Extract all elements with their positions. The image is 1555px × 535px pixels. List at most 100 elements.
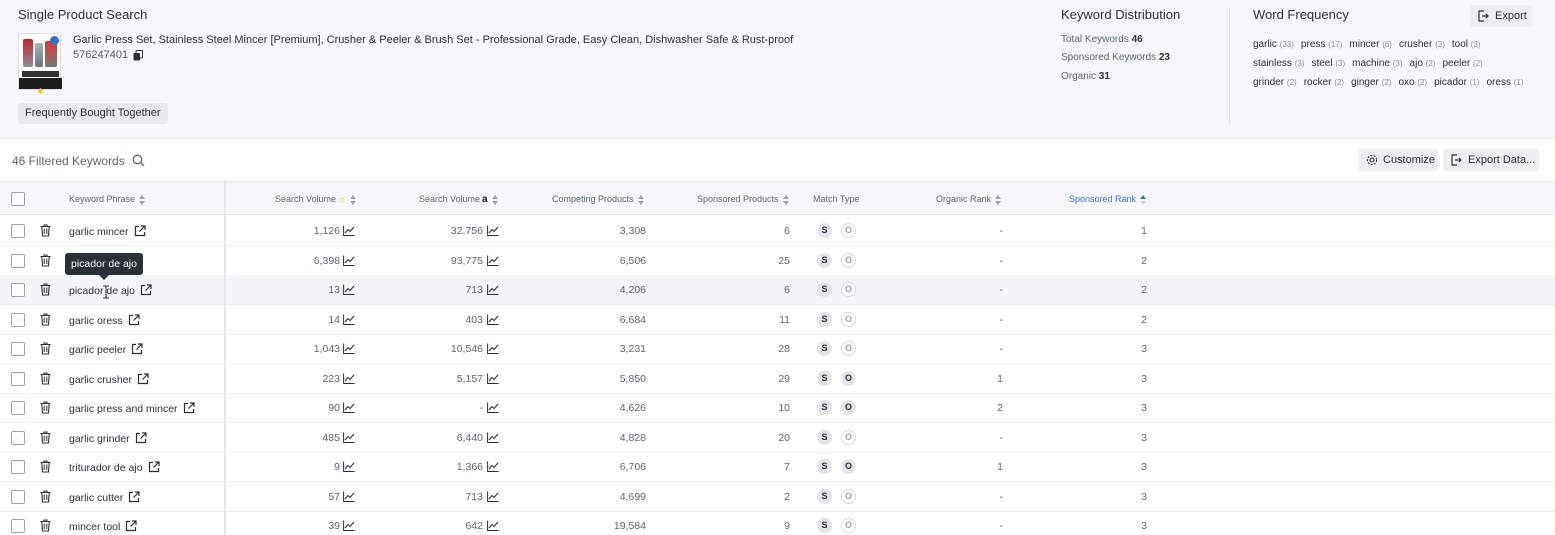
trend-chart-icon[interactable] [343, 284, 355, 298]
word-frequency-item[interactable]: rocker (2) [1304, 77, 1344, 88]
trend-chart-icon[interactable] [343, 520, 355, 534]
match-type-organic-badge: O [841, 252, 856, 268]
trend-chart-icon[interactable] [343, 255, 355, 269]
column-header-search-volume-amazon[interactable]: Search Volume a [419, 194, 499, 205]
trend-chart-icon[interactable] [343, 343, 355, 357]
word-frequency-item[interactable]: tool (3) [1452, 39, 1481, 50]
external-link-icon[interactable] [137, 372, 149, 385]
trash-icon[interactable] [40, 460, 51, 476]
keyword-phrase[interactable]: garlic press and mincer [69, 402, 195, 415]
trend-chart-icon[interactable] [343, 314, 355, 328]
trash-icon[interactable] [40, 312, 51, 329]
trash-icon[interactable] [40, 430, 51, 447]
trash-icon[interactable] [40, 253, 51, 270]
external-link-icon[interactable] [135, 431, 147, 444]
export-button[interactable]: Export [1470, 5, 1532, 27]
word-frequency-item[interactable]: grinder (2) [1253, 77, 1297, 88]
copy-icon[interactable] [133, 50, 143, 61]
trend-chart-icon[interactable] [487, 402, 499, 416]
trash-icon[interactable] [40, 489, 51, 506]
export-data-button[interactable]: Export Data... [1443, 149, 1539, 171]
row-checkbox[interactable] [11, 312, 25, 327]
trend-chart-icon[interactable] [343, 461, 355, 475]
product-thumbnail[interactable]: ✱ [18, 33, 62, 96]
trash-icon[interactable] [40, 371, 51, 388]
word-frequency-item[interactable]: oress (1) [1487, 77, 1524, 88]
row-checkbox[interactable] [11, 430, 25, 445]
row-checkbox[interactable] [11, 460, 25, 474]
word-frequency-item[interactable]: garlic (33) [1253, 39, 1294, 50]
row-checkbox[interactable] [11, 283, 25, 297]
trend-chart-icon[interactable] [487, 461, 499, 475]
word-frequency-item[interactable]: ginger (2) [1351, 77, 1391, 88]
trend-chart-icon[interactable] [487, 225, 499, 239]
trend-chart-icon[interactable] [487, 491, 499, 505]
column-header-sponsored-rank[interactable]: Sponsored Rank [1069, 194, 1147, 205]
column-header-sponsored-products[interactable]: Sponsored Products [697, 194, 790, 205]
keyword-phrase[interactable]: garlic oress [69, 313, 140, 327]
word-frequency-item[interactable]: oxo (2) [1398, 77, 1427, 88]
trash-icon[interactable] [40, 401, 51, 417]
trash-icon[interactable] [40, 224, 51, 240]
word-frequency-item[interactable]: crusher (3) [1399, 39, 1445, 50]
trend-chart-icon[interactable] [343, 373, 355, 387]
trend-chart-icon[interactable] [487, 373, 499, 387]
trend-chart-icon[interactable] [487, 343, 499, 357]
keyword-phrase[interactable]: garlic peeler [69, 343, 143, 356]
trend-chart-icon[interactable] [487, 432, 499, 446]
row-checkbox[interactable] [11, 253, 25, 268]
external-link-icon[interactable] [183, 402, 195, 414]
keyword-phrase[interactable]: picador de ajo [69, 284, 152, 297]
column-header-competing-products[interactable]: Competing Products [552, 194, 645, 205]
keyword-phrase[interactable]: garlic grinder [69, 431, 147, 445]
match-type-sponsored-badge: S [817, 518, 832, 533]
word-frequency-item[interactable]: ajo (2) [1410, 58, 1436, 69]
row-checkbox[interactable] [11, 401, 25, 415]
external-link-icon[interactable] [128, 490, 140, 503]
keyword-phrase[interactable]: garlic crusher [69, 372, 149, 386]
word-frequency-item[interactable]: mincer (6) [1349, 39, 1392, 50]
external-link-icon[interactable] [134, 225, 146, 237]
trend-chart-icon[interactable] [487, 314, 499, 328]
row-checkbox[interactable] [11, 224, 25, 238]
trash-icon[interactable] [40, 519, 51, 535]
trend-chart-icon[interactable] [487, 284, 499, 298]
column-header-search-volume-helium[interactable]: Search Volume ☼ [275, 194, 357, 205]
trend-chart-icon[interactable] [487, 520, 499, 534]
column-header-organic-rank[interactable]: Organic Rank [936, 194, 1002, 205]
trash-icon[interactable] [40, 342, 51, 358]
customize-button[interactable]: Customize [1359, 149, 1438, 171]
external-link-icon[interactable] [148, 461, 160, 473]
external-link-icon[interactable] [140, 284, 152, 296]
frequently-bought-together-button[interactable]: Frequently Bought Together [18, 103, 168, 124]
row-checkbox[interactable] [11, 371, 25, 386]
keyword-phrase[interactable]: mincer tool [69, 520, 137, 533]
word-frequency-item[interactable]: machine (3) [1352, 58, 1402, 69]
keyword-phrase[interactable]: garlic mincer [69, 225, 146, 238]
word-frequency-item[interactable]: picador (1) [1434, 77, 1479, 88]
row-checkbox[interactable] [11, 489, 25, 504]
row-checkbox[interactable] [11, 342, 25, 356]
row-checkbox[interactable] [11, 519, 25, 533]
trend-chart-icon[interactable] [343, 491, 355, 505]
external-link-icon[interactable] [131, 343, 143, 355]
competing-products: 4,206 [619, 284, 646, 296]
keyword-phrase[interactable]: garlic cutter [69, 490, 140, 504]
trend-chart-icon[interactable] [487, 255, 499, 269]
word-frequency-word: oress [1486, 77, 1511, 88]
keyword-phrase[interactable]: triturador de ajo [69, 461, 160, 474]
search-icon[interactable] [132, 154, 145, 167]
column-header-keyword[interactable]: Keyword Phrase [69, 194, 146, 205]
word-frequency-item[interactable]: stainless (3) [1253, 58, 1304, 69]
external-link-icon[interactable] [128, 313, 140, 326]
select-all-checkbox[interactable] [11, 192, 25, 206]
trend-chart-icon[interactable] [343, 402, 355, 416]
trash-icon[interactable] [40, 283, 51, 299]
word-frequency-item[interactable]: peeler (2) [1442, 58, 1482, 69]
trend-chart-icon[interactable] [343, 432, 355, 446]
word-frequency-item[interactable]: steel (3) [1311, 58, 1345, 69]
word-frequency-word: ajo [1409, 58, 1423, 69]
trend-chart-icon[interactable] [343, 225, 355, 239]
external-link-icon[interactable] [125, 520, 137, 532]
word-frequency-item[interactable]: press (17) [1301, 39, 1342, 50]
